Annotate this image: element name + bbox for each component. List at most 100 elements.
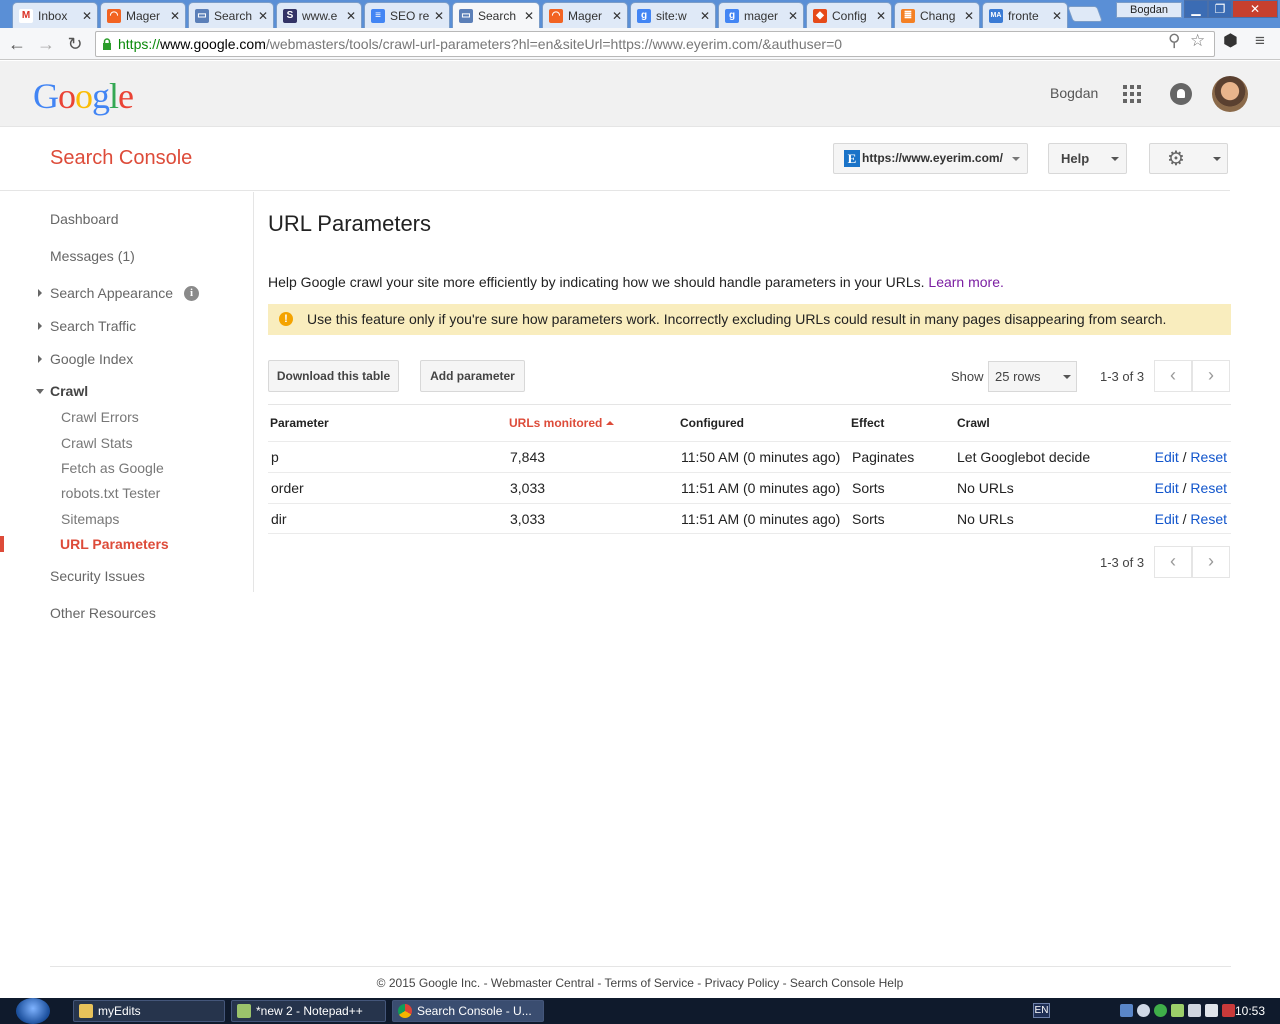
sidebar-item-google-index[interactable]: Google Index bbox=[50, 351, 133, 367]
sidebar-item-sitemaps[interactable]: Sitemaps bbox=[61, 511, 119, 527]
close-icon[interactable]: ✕ bbox=[81, 9, 93, 23]
close-icon[interactable]: ✕ bbox=[257, 9, 269, 23]
learn-more-link[interactable]: Learn more. bbox=[928, 274, 1003, 290]
browser-tab[interactable]: ▭ Search ✕ bbox=[188, 2, 274, 28]
new-tab-button[interactable] bbox=[1067, 6, 1103, 22]
footer-link-webmaster-central[interactable]: Webmaster Central bbox=[491, 976, 594, 990]
check-icon[interactable] bbox=[1154, 1004, 1167, 1017]
close-icon[interactable]: ✕ bbox=[611, 9, 623, 23]
language-indicator[interactable]: EN bbox=[1033, 1003, 1050, 1018]
column-header-effect[interactable]: Effect bbox=[851, 416, 884, 430]
browser-tab[interactable]: ◠ Mager ✕ bbox=[542, 2, 628, 28]
help-button[interactable]: Help bbox=[1048, 143, 1127, 174]
product-title[interactable]: Search Console bbox=[50, 147, 192, 170]
column-header-parameter[interactable]: Parameter bbox=[270, 416, 329, 430]
add-parameter-button[interactable]: Add parameter bbox=[420, 360, 525, 392]
taskbar-item-notepad[interactable]: *new 2 - Notepad++ bbox=[231, 1000, 386, 1022]
browser-tab-active[interactable]: ▭ Search ✕ bbox=[452, 2, 540, 28]
start-button[interactable] bbox=[16, 998, 50, 1024]
expand-arrow-icon[interactable] bbox=[38, 289, 42, 297]
column-header-urls-monitored[interactable]: URLs monitored bbox=[509, 416, 615, 430]
browser-tab[interactable]: ◆ Config ✕ bbox=[806, 2, 892, 28]
edit-link[interactable]: Edit bbox=[1155, 511, 1179, 527]
close-icon[interactable]: ✕ bbox=[523, 9, 535, 23]
next-page-button-bottom[interactable]: › bbox=[1192, 546, 1230, 578]
sidebar-item-security-issues[interactable]: Security Issues bbox=[50, 568, 145, 584]
taskbar-item-myedits[interactable]: myEdits bbox=[73, 1000, 225, 1022]
zoom-icon[interactable]: ⚲ bbox=[1168, 31, 1180, 51]
reset-link[interactable]: Reset bbox=[1190, 449, 1227, 465]
sidebar-item-crawl[interactable]: Crawl bbox=[50, 383, 88, 399]
sync-icon[interactable] bbox=[1137, 1004, 1150, 1017]
menu-icon[interactable]: ≡ bbox=[1255, 31, 1265, 51]
browser-tab[interactable]: g site:w ✕ bbox=[630, 2, 716, 28]
user-name[interactable]: Bogdan bbox=[1050, 85, 1098, 101]
footer-link-help[interactable]: Search Console Help bbox=[790, 976, 903, 990]
browser-tab[interactable]: ≡ SEO re ✕ bbox=[364, 2, 450, 28]
expand-arrow-icon[interactable] bbox=[38, 322, 42, 330]
sidebar-item-other-resources[interactable]: Other Resources bbox=[50, 605, 156, 621]
avatar[interactable] bbox=[1212, 76, 1248, 112]
browser-tab[interactable]: g mager ✕ bbox=[718, 2, 804, 28]
download-table-button[interactable]: Download this table bbox=[268, 360, 399, 392]
reload-icon[interactable]: ↻ bbox=[63, 32, 87, 56]
google-logo[interactable]: Google bbox=[33, 75, 134, 117]
close-icon[interactable]: ✕ bbox=[699, 9, 711, 23]
sidebar-item-search-appearance[interactable]: Search Appearance bbox=[50, 285, 173, 301]
sidebar-item-messages[interactable]: Messages (1) bbox=[50, 248, 135, 264]
volume-icon[interactable] bbox=[1188, 1004, 1201, 1017]
browser-tab[interactable]: MA fronte ✕ bbox=[982, 2, 1068, 28]
close-icon[interactable]: ✕ bbox=[345, 9, 357, 23]
wifi-icon[interactable] bbox=[1205, 1004, 1218, 1017]
column-header-crawl[interactable]: Crawl bbox=[957, 416, 990, 430]
browser-tab[interactable]: ◠ Mager ✕ bbox=[100, 2, 186, 28]
sidebar-item-dashboard[interactable]: Dashboard bbox=[50, 211, 119, 227]
close-icon[interactable]: ✕ bbox=[169, 9, 181, 23]
browser-tab[interactable]: S www.e ✕ bbox=[276, 2, 362, 28]
apps-grid-icon[interactable] bbox=[1123, 85, 1141, 103]
rows-per-page-select[interactable]: 25 rows bbox=[988, 361, 1077, 392]
close-icon[interactable]: ✕ bbox=[875, 9, 887, 23]
security-icon[interactable] bbox=[1222, 1004, 1235, 1017]
address-bar[interactable]: https://www.google.com/webmasters/tools/… bbox=[95, 31, 1215, 57]
edit-link[interactable]: Edit bbox=[1155, 449, 1179, 465]
network-icon[interactable] bbox=[1120, 1004, 1133, 1017]
next-page-button[interactable]: › bbox=[1192, 360, 1230, 392]
sidebar-item-crawl-errors[interactable]: Crawl Errors bbox=[61, 409, 139, 425]
settings-button[interactable]: ⚙ bbox=[1149, 143, 1228, 174]
collapse-arrow-icon[interactable] bbox=[36, 389, 44, 394]
sidebar-item-fetch-as-google[interactable]: Fetch as Google bbox=[61, 460, 164, 476]
pen-icon[interactable] bbox=[1171, 1004, 1184, 1017]
close-icon[interactable]: ✕ bbox=[433, 9, 445, 23]
window-close-icon[interactable]: ✕ bbox=[1232, 0, 1278, 18]
sidebar-item-robots-tester[interactable]: robots.txt Tester bbox=[61, 485, 160, 501]
forward-icon[interactable]: → bbox=[34, 32, 58, 56]
column-header-configured[interactable]: Configured bbox=[680, 416, 744, 430]
close-icon[interactable]: ✕ bbox=[963, 9, 975, 23]
footer-link-privacy[interactable]: Privacy Policy bbox=[705, 976, 780, 990]
browser-profile[interactable]: Bogdan bbox=[1116, 2, 1182, 18]
edit-link[interactable]: Edit bbox=[1155, 480, 1179, 496]
sidebar-item-url-parameters[interactable]: URL Parameters bbox=[60, 536, 169, 552]
info-icon[interactable]: i bbox=[184, 286, 199, 301]
reset-link[interactable]: Reset bbox=[1190, 480, 1227, 496]
footer-link-terms[interactable]: Terms of Service bbox=[605, 976, 694, 990]
back-icon[interactable]: ← bbox=[5, 32, 29, 56]
prev-page-button-bottom[interactable]: ‹ bbox=[1154, 546, 1192, 578]
site-selector[interactable]: E https://www.eyerim.com/ bbox=[833, 143, 1028, 174]
close-icon[interactable]: ✕ bbox=[1051, 9, 1063, 23]
minimize-icon[interactable]: ▁ bbox=[1184, 0, 1208, 18]
close-icon[interactable]: ✕ bbox=[787, 9, 799, 23]
notifications-bell-icon[interactable] bbox=[1170, 83, 1192, 105]
extension-icon[interactable]: ⬢ bbox=[1223, 31, 1238, 51]
taskbar-item-chrome[interactable]: Search Console - U... bbox=[392, 1000, 544, 1022]
reset-link[interactable]: Reset bbox=[1190, 511, 1227, 527]
prev-page-button[interactable]: ‹ bbox=[1154, 360, 1192, 392]
system-clock[interactable]: 10:53 bbox=[1235, 1004, 1265, 1018]
sidebar-item-crawl-stats[interactable]: Crawl Stats bbox=[61, 435, 133, 451]
browser-tab[interactable]: ≣ Chang ✕ bbox=[894, 2, 980, 28]
restore-icon[interactable]: ❐ bbox=[1208, 0, 1232, 18]
sidebar-item-search-traffic[interactable]: Search Traffic bbox=[50, 318, 136, 334]
browser-tab[interactable]: M Inbox ✕ bbox=[12, 2, 98, 28]
bookmark-star-icon[interactable]: ☆ bbox=[1190, 31, 1205, 51]
